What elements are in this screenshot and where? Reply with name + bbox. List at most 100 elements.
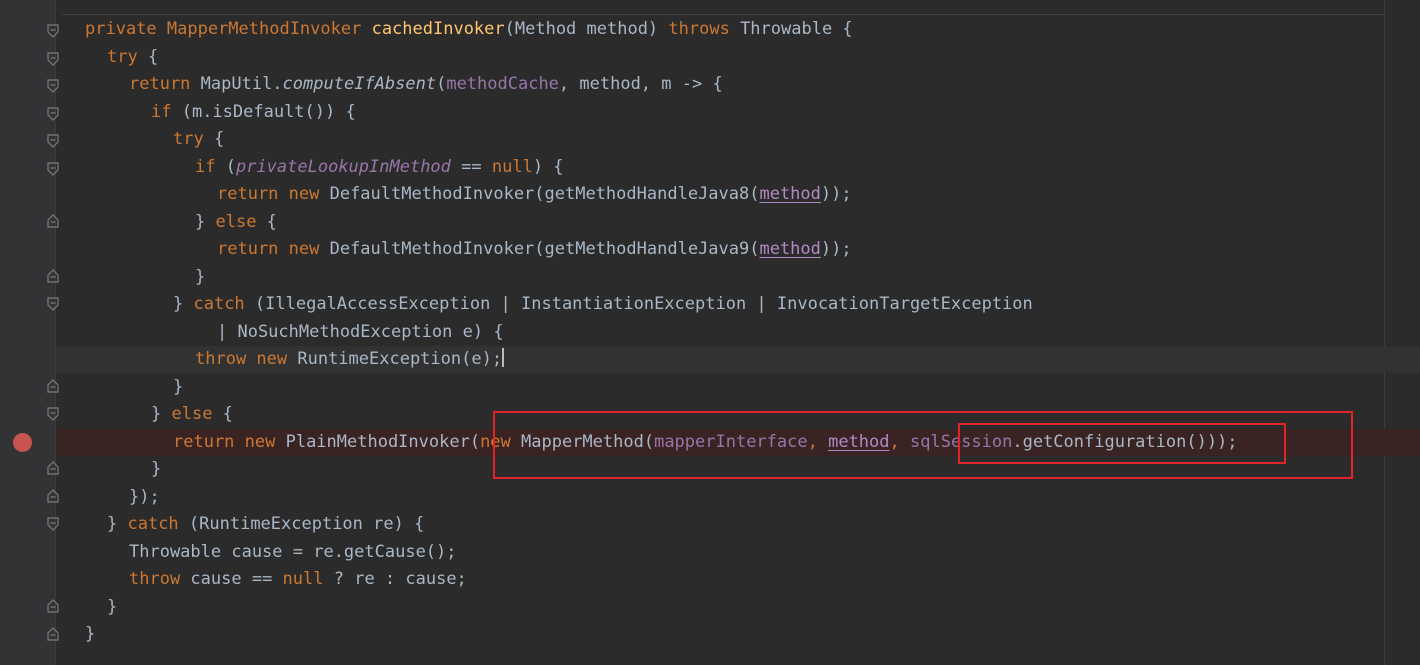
static-method-call: computeIfAbsent <box>282 74 437 94</box>
fold-open-icon[interactable] <box>46 24 60 38</box>
keyword-try: try <box>173 129 214 149</box>
annotation-box-inner <box>958 423 1286 464</box>
code-line[interactable]: Throwable cause = re.getCause(); <box>56 539 1420 566</box>
code-line[interactable]: } <box>56 621 1420 648</box>
code-line[interactable]: if (privateLookupInMethod == null) { <box>56 154 1420 181</box>
fold-open-icon[interactable] <box>46 134 60 148</box>
line-text: throw new RuntimeException(e); <box>195 347 505 372</box>
exception-param: (RuntimeException re) { <box>188 514 425 534</box>
line-text: if (m.isDefault()) { <box>151 100 356 125</box>
constructor-call: PlainMethodInvoker( <box>285 432 481 452</box>
code-line[interactable]: private MapperMethodInvoker cachedInvoke… <box>56 16 1420 43</box>
ternary: ? re : cause; <box>333 569 467 589</box>
fold-open-icon[interactable] <box>46 407 60 421</box>
keyword-if: if <box>195 157 226 177</box>
close: )); <box>820 184 852 204</box>
code-line-current[interactable]: throw new RuntimeException(e); <box>56 346 1420 373</box>
code-line[interactable]: | NoSuchMethodException e) { <box>56 319 1420 346</box>
lambda-args: , method, m -> { <box>558 74 723 94</box>
constructor-call: DefaultMethodInvoker(getMethodHandleJava… <box>329 239 760 259</box>
code-line[interactable]: } else { <box>56 209 1420 236</box>
code-line[interactable]: } <box>56 594 1420 621</box>
line-text: throw cause == null ? re : cause; <box>129 567 467 592</box>
paren: ( <box>436 74 447 94</box>
keyword-null: null <box>282 569 334 589</box>
fold-close-icon[interactable] <box>46 379 60 393</box>
param-method: method <box>759 184 821 204</box>
fold-close-icon[interactable] <box>46 489 60 503</box>
line-text: return new DefaultMethodInvoker(getMetho… <box>217 237 852 262</box>
keyword-else: else <box>171 404 223 424</box>
brace: { <box>147 47 159 67</box>
line-text: Throwable cause = re.getCause(); <box>129 542 457 562</box>
keyword-throws: throws <box>668 19 741 39</box>
fold-open-icon[interactable] <box>46 52 60 66</box>
static-field: privateLookupInMethod <box>235 157 451 177</box>
line-text: } catch (IllegalAccessException | Instan… <box>173 292 1033 317</box>
brace: } <box>173 294 194 314</box>
line-text: return new DefaultMethodInvoker(getMetho… <box>217 182 852 207</box>
code-line[interactable]: return new DefaultMethodInvoker(getMetho… <box>56 236 1420 263</box>
code-line[interactable]: } <box>56 374 1420 401</box>
expression: cause == <box>190 569 283 589</box>
keyword-private: private MapperMethodInvoker <box>85 19 372 39</box>
keyword-return-new: return new <box>217 239 330 259</box>
keyword-return: return <box>129 74 201 94</box>
line-text: if (privateLookupInMethod == null) { <box>195 155 564 180</box>
code-line[interactable]: try { <box>56 44 1420 71</box>
brace: { <box>213 129 225 149</box>
exception-types: (IllegalAccessException | InstantiationE… <box>254 294 1033 314</box>
brace: } <box>195 212 216 232</box>
brace: { <box>266 212 277 232</box>
keyword-return-new: return new <box>217 184 330 204</box>
fold-close-icon[interactable] <box>46 214 60 228</box>
keyword-try: try <box>107 47 148 67</box>
keyword-throw: throw <box>129 569 191 589</box>
line-text: }); <box>129 487 160 507</box>
code-line[interactable]: }); <box>56 484 1420 511</box>
field-methodCache: methodCache <box>446 74 559 94</box>
line-text: | NoSuchMethodException e) { <box>217 322 504 342</box>
code-line[interactable]: } catch (IllegalAccessException | Instan… <box>56 291 1420 318</box>
fold-close-icon[interactable] <box>46 627 60 641</box>
fold-open-icon[interactable] <box>46 79 60 93</box>
breakpoint-icon[interactable] <box>13 433 32 452</box>
close: )); <box>820 239 852 259</box>
param-method: method <box>759 239 821 259</box>
editor-gutter[interactable] <box>0 0 56 665</box>
fold-close-icon[interactable] <box>46 269 60 283</box>
brace: { <box>222 404 233 424</box>
condition: (m.isDefault()) { <box>181 102 356 122</box>
brace: } <box>151 404 172 424</box>
code-line[interactable]: throw cause == null ? re : cause; <box>56 566 1420 593</box>
keyword-else: else <box>215 212 267 232</box>
fold-open-icon[interactable] <box>46 107 60 121</box>
line-text: } else { <box>151 402 233 427</box>
line-text: } <box>107 597 118 617</box>
paren: ( <box>225 157 236 177</box>
line-text: try { <box>173 127 224 152</box>
line-text: return MapUtil.computeIfAbsent(methodCac… <box>129 72 723 97</box>
line-text: } <box>173 377 184 397</box>
throws-type: Throwable { <box>740 19 853 39</box>
fold-close-icon[interactable] <box>46 599 60 613</box>
code-line[interactable]: try { <box>56 126 1420 153</box>
keyword-return-new: return new <box>173 432 286 452</box>
fold-close-icon[interactable] <box>46 461 60 475</box>
fold-open-icon[interactable] <box>46 517 60 531</box>
code-line[interactable]: return new DefaultMethodInvoker(getMetho… <box>56 181 1420 208</box>
code-line[interactable]: return MapUtil.computeIfAbsent(methodCac… <box>56 71 1420 98</box>
keyword-throw-new: throw new <box>195 349 298 369</box>
class-mapUtil: MapUtil. <box>200 74 283 94</box>
line-text: } else { <box>195 210 277 235</box>
keyword-catch: catch <box>127 514 189 534</box>
fold-open-icon[interactable] <box>46 297 60 311</box>
code-line[interactable]: if (m.isDefault()) { <box>56 99 1420 126</box>
line-text: } <box>195 267 206 287</box>
exception-constructor: RuntimeException(e); <box>297 349 503 369</box>
keyword-catch: catch <box>193 294 255 314</box>
code-line[interactable]: } catch (RuntimeException re) { <box>56 511 1420 538</box>
code-line[interactable]: } <box>56 264 1420 291</box>
operator: == <box>450 157 492 177</box>
fold-open-icon[interactable] <box>46 162 60 176</box>
